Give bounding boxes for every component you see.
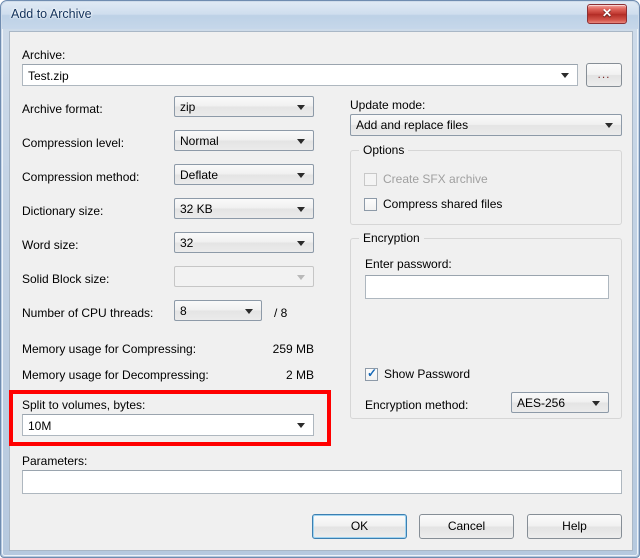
chevron-down-icon — [561, 73, 569, 78]
encryption-method-combo[interactable]: AES-256 — [511, 392, 609, 413]
word-size-value: 32 — [180, 236, 194, 250]
close-icon: ✕ — [601, 6, 613, 20]
chevron-down-icon — [297, 206, 305, 212]
title-bar: Add to Archive ✕ — [2, 2, 638, 29]
update-mode-combo[interactable]: Add and replace files — [350, 114, 622, 136]
archive-format-combo[interactable]: zip — [174, 96, 314, 117]
dictionary-size-label: Dictionary size: — [22, 204, 104, 218]
chevron-down-icon — [297, 172, 305, 178]
chevron-down-icon — [297, 138, 305, 144]
chevron-down-icon — [592, 400, 600, 406]
split-to-volumes-combo[interactable]: 10M — [22, 414, 314, 436]
memory-compressing-label: Memory usage for Compressing: — [22, 342, 197, 356]
chevron-down-icon — [245, 308, 253, 314]
cpu-threads-combo[interactable]: 8 — [174, 300, 262, 321]
update-mode-value: Add and replace files — [356, 118, 469, 132]
encryption-group: Encryption Enter password: ✓ Show Passwo… — [350, 231, 622, 419]
show-password-label: Show Password — [384, 367, 471, 381]
compression-method-combo[interactable]: Deflate — [174, 164, 314, 185]
compression-level-combo[interactable]: Normal — [174, 130, 314, 151]
solid-block-size-label: Solid Block size: — [22, 272, 110, 286]
dialog-client-area: Archive: Test.zip ... Archive format: zi… — [9, 31, 633, 551]
split-to-volumes-label: Split to volumes, bytes: — [22, 398, 146, 412]
memory-decompressing-value: 2 MB — [285, 368, 314, 382]
checkmark-icon: ✓ — [367, 366, 378, 380]
solid-block-size-combo — [174, 266, 314, 287]
archive-label: Archive: — [22, 48, 66, 62]
split-to-volumes-value: 10M — [28, 419, 52, 433]
dictionary-size-combo[interactable]: 32 KB — [174, 198, 314, 219]
ok-button[interactable]: OK — [312, 514, 407, 539]
chevron-down-icon — [297, 104, 305, 110]
close-button[interactable]: ✕ — [587, 4, 627, 24]
archive-path-value: Test.zip — [28, 69, 69, 83]
encryption-method-value: AES-256 — [517, 396, 566, 410]
cpu-threads-value: 8 — [180, 304, 187, 318]
compression-level-label: Compression level: — [22, 136, 125, 150]
cancel-button[interactable]: Cancel — [419, 514, 514, 539]
cpu-threads-total: / 8 — [274, 306, 288, 320]
memory-decompressing-label: Memory usage for Decompressing: — [22, 368, 209, 382]
archive-format-label: Archive format: — [22, 102, 103, 116]
compression-method-label: Compression method: — [22, 170, 140, 184]
word-size-label: Word size: — [22, 238, 79, 252]
checkbox-checked-icon: ✓ — [365, 366, 378, 381]
help-button[interactable]: Help — [527, 514, 622, 539]
dialog-window: Add to Archive ✕ Archive: Test.zip ... A… — [0, 0, 640, 558]
checkbox-icon — [364, 198, 377, 211]
update-mode-label: Update mode: — [350, 98, 426, 112]
options-group-title: Options — [359, 143, 409, 157]
chevron-down-icon — [605, 123, 613, 128]
archive-path-combo[interactable]: Test.zip — [22, 64, 578, 86]
options-group: Options Create SFX archive Compress shar… — [350, 143, 622, 225]
dictionary-size-value: 32 KB — [180, 202, 213, 216]
compression-level-value: Normal — [180, 134, 219, 148]
password-input[interactable] — [365, 275, 609, 299]
chevron-down-icon — [297, 240, 305, 246]
encryption-method-label: Encryption method: — [365, 398, 469, 412]
create-sfx-archive-label: Create SFX archive — [383, 172, 488, 186]
enter-password-label: Enter password: — [365, 257, 452, 271]
ellipsis-icon: ... — [597, 67, 611, 81]
checkbox-icon — [364, 173, 377, 186]
chevron-down-icon — [297, 274, 305, 280]
parameters-label: Parameters: — [22, 454, 88, 468]
word-size-combo[interactable]: 32 — [174, 232, 314, 253]
encryption-group-title: Encryption — [359, 231, 424, 245]
compression-method-value: Deflate — [180, 168, 219, 182]
archive-format-value: zip — [180, 100, 196, 114]
window-title: Add to Archive — [11, 7, 92, 21]
parameters-input[interactable] — [22, 470, 622, 494]
chevron-down-icon — [297, 423, 305, 428]
browse-button[interactable]: ... — [586, 63, 622, 87]
memory-compressing-value: 259 MB — [272, 342, 314, 356]
compress-shared-files-label: Compress shared files — [383, 197, 503, 211]
cpu-threads-label: Number of CPU threads: — [22, 306, 154, 320]
